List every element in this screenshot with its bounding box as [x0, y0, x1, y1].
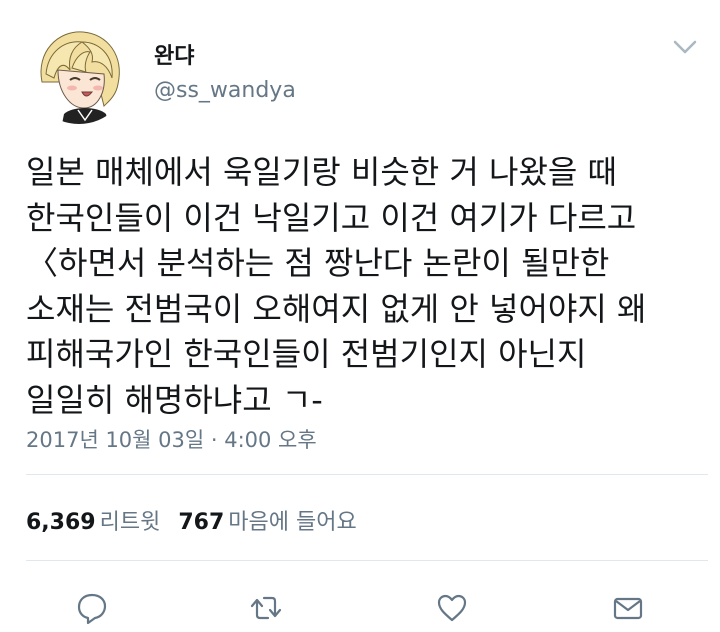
reply-button[interactable] — [72, 588, 112, 628]
display-name[interactable]: 완댜 — [154, 38, 194, 70]
reply-icon — [77, 593, 107, 625]
like-label[interactable]: 마음에 들어요 — [228, 510, 356, 535]
tweet-text-line: 피해국가인 한국인들이 전범기인지 아닌지 — [26, 335, 587, 373]
direct-message-button[interactable] — [608, 588, 648, 628]
divider — [26, 474, 708, 475]
tweet-text-line: 일본 매체에서 욱일기랑 비슷한 거 나왔을 때 — [26, 153, 617, 191]
user-handle[interactable]: @ss_wandya — [154, 78, 296, 103]
tweet-text: 일본 매체에서 욱일기랑 비슷한 거 나왔을 때 한국인들이 이건 낙일기고 이… — [26, 150, 706, 423]
tweet-actions — [0, 588, 720, 632]
retweet-count[interactable]: 6,369 — [26, 510, 96, 535]
retweet-button[interactable] — [246, 588, 286, 628]
chevron-down-icon[interactable] — [672, 38, 698, 56]
divider — [26, 560, 708, 561]
tweet-text-line: 한국인들이 이건 낙일기고 이건 여기가 다르고 — [26, 198, 637, 237]
avatar-illustration — [28, 22, 130, 124]
avatar[interactable] — [28, 22, 130, 124]
retweet-icon — [250, 596, 282, 620]
retweet-label[interactable]: 리트윗 — [100, 510, 161, 535]
tweet-text-line: 〈하면서 분석하는 점 짱난다 논란이 될만한 — [26, 244, 610, 282]
tweet-stats: 6,369 리트윗 767 마음에 들어요 — [26, 504, 357, 536]
tweet-header: 완댜 @ss_wandya — [0, 0, 720, 140]
heart-icon — [437, 594, 467, 622]
tweet-text-line: 일일히 해명하냐고 ㄱ- — [26, 380, 323, 419]
like-count[interactable]: 767 — [178, 510, 224, 535]
tweet-text-line: 소재는 전범국이 오해여지 없게 안 넣어야지 왜 — [26, 289, 647, 328]
mail-icon — [613, 597, 643, 620]
like-button[interactable] — [432, 588, 472, 628]
tweet-timestamp[interactable]: 2017년 10월 03일 · 4:00 오후 — [26, 424, 317, 454]
